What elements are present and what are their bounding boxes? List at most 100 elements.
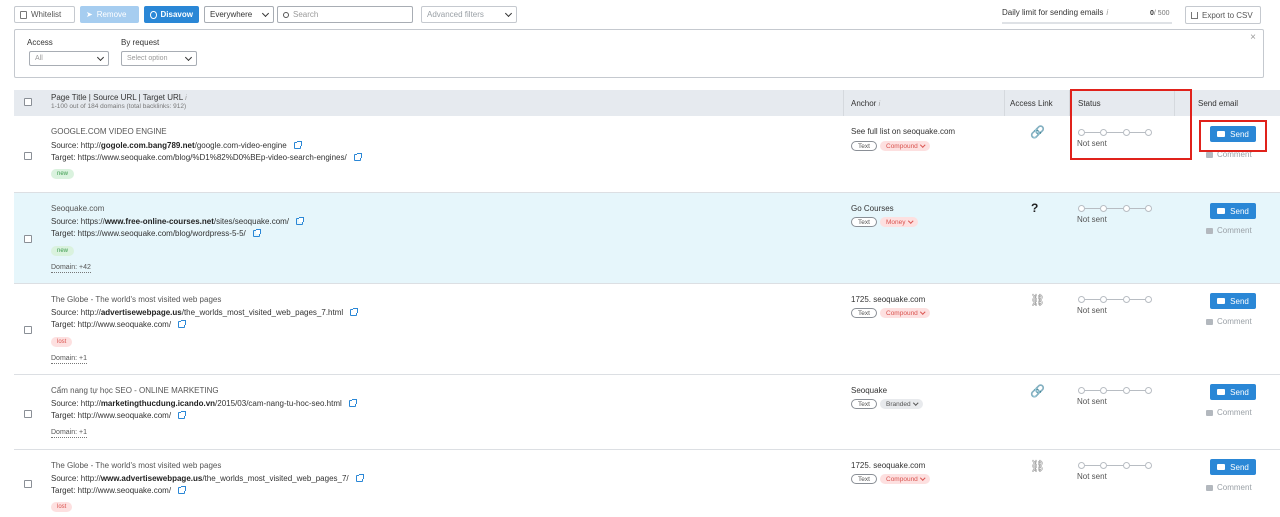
comment-icon — [1206, 484, 1213, 491]
send-button[interactable]: Send — [1210, 459, 1256, 475]
close-icon[interactable]: × — [1250, 32, 1256, 43]
row-checkbox[interactable] — [24, 235, 32, 243]
broken-link-icon[interactable]: ⛓ — [1030, 293, 1045, 307]
source-url[interactable]: Source: http://marketingthucdung.icando.… — [51, 399, 357, 408]
anchor-type-dropdown[interactable]: Compound — [880, 141, 931, 151]
external-link-icon[interactable] — [353, 153, 362, 161]
link-icon[interactable]: 🔗 — [1030, 384, 1045, 398]
anchor-type-dropdown[interactable]: Compound — [880, 474, 931, 484]
external-link-icon[interactable] — [252, 229, 261, 237]
external-link-icon[interactable] — [355, 474, 364, 482]
external-link-icon[interactable] — [178, 411, 187, 419]
whitelist-icon — [20, 10, 27, 19]
envelope-icon — [1217, 208, 1226, 214]
table-row: GOOGLE.COM VIDEO ENGINE Source: http://g… — [14, 116, 1280, 193]
status-text: Not sent — [1077, 215, 1107, 224]
remove-button[interactable]: ➤ Remove — [80, 6, 139, 23]
comment-button[interactable]: Comment — [1206, 408, 1252, 417]
target-url[interactable]: Target: https://www.seoquake.com/blog/wo… — [51, 229, 261, 238]
domain-count-link[interactable]: Domain: +1 — [51, 355, 87, 364]
status-text: Not sent — [1077, 139, 1107, 148]
send-button[interactable]: Send — [1210, 203, 1256, 219]
chevron-down-icon — [96, 53, 105, 61]
row-checkbox[interactable] — [24, 480, 32, 488]
access-filter-select[interactable]: All — [29, 51, 109, 66]
source-url[interactable]: Source: http://www.advertisewebpage.us/t… — [51, 474, 364, 483]
domain-count-link[interactable]: Domain: +42 — [51, 264, 91, 273]
comment-icon — [1206, 151, 1213, 158]
target-url[interactable]: Target: http://www.seoquake.com/ — [51, 486, 187, 495]
source-url[interactable]: Source: https://www.free-online-courses.… — [51, 217, 305, 226]
page-title: The Globe - The world's most visited web… — [51, 295, 222, 304]
row-checkbox[interactable] — [24, 152, 32, 160]
info-icon: i — [1106, 8, 1109, 17]
anchor-column-header[interactable]: Anchor i — [851, 99, 880, 108]
row-checkbox[interactable] — [24, 410, 32, 418]
whitelist-button[interactable]: Whitelist — [14, 6, 75, 23]
page-title: Cẩm nang tự học SEO - ONLINE MARKETING — [51, 386, 219, 395]
status-column-header[interactable]: Status — [1078, 99, 1101, 108]
anchor-text: Go Courses — [851, 204, 894, 213]
disavow-button[interactable]: Disavow — [144, 6, 199, 23]
toolbar: Whitelist ➤ Remove Disavow Everywhere Ad… — [0, 0, 1280, 30]
status-progress — [1078, 295, 1152, 303]
external-link-icon[interactable] — [296, 217, 305, 225]
external-link-icon[interactable] — [348, 399, 357, 407]
anchor-kind-pill: Text — [851, 308, 877, 318]
select-all-checkbox[interactable] — [24, 98, 32, 106]
target-url[interactable]: Target: http://www.seoquake.com/ — [51, 411, 187, 420]
table-row: The Globe - The world's most visited web… — [14, 284, 1280, 375]
status-progress — [1078, 386, 1152, 394]
status-text: Not sent — [1077, 472, 1107, 481]
search-field[interactable] — [277, 6, 413, 23]
advanced-filters-select[interactable]: Advanced filters — [421, 6, 517, 23]
anchor-type-dropdown[interactable]: Money — [880, 217, 919, 227]
page-title: The Globe - The world's most visited web… — [51, 461, 222, 470]
anchor-text: Seoquake — [851, 386, 888, 395]
by-request-filter-select[interactable]: Select option — [121, 51, 197, 66]
comment-button[interactable]: Comment — [1206, 226, 1252, 235]
status-text: Not sent — [1077, 306, 1107, 315]
daily-limit-label: Daily limit for sending emails i — [1002, 8, 1109, 17]
anchor-kind-pill: Text — [851, 141, 877, 151]
info-icon: i — [878, 101, 881, 108]
export-csv-button[interactable]: Export to CSV — [1185, 6, 1261, 24]
anchor-type-dropdown[interactable]: Branded — [880, 399, 924, 409]
unknown-access-icon[interactable]: ? — [1031, 201, 1038, 215]
source-url[interactable]: Source: http://gogole.com.bang789.net/go… — [51, 141, 302, 150]
send-button[interactable]: Send — [1210, 384, 1256, 400]
anchor-text: 1725. seoquake.com — [851, 461, 926, 470]
send-button[interactable]: Send — [1210, 293, 1256, 309]
filter-panel: Access All By request Select option × — [14, 29, 1264, 78]
link-icon[interactable]: 🔗 — [1030, 125, 1045, 139]
external-link-icon[interactable] — [178, 320, 187, 328]
new-badge: new — [51, 169, 75, 179]
external-link-icon[interactable] — [293, 141, 302, 149]
block-icon — [150, 10, 157, 19]
external-link-icon[interactable] — [350, 308, 359, 316]
broken-link-icon[interactable]: ⛓ — [1030, 459, 1045, 473]
lost-badge: lost — [51, 502, 73, 512]
send-button[interactable]: Send — [1210, 126, 1256, 142]
table-row: Seoquake.com Source: https://www.free-on… — [14, 193, 1280, 284]
external-link-icon[interactable] — [178, 486, 187, 494]
comment-button[interactable]: Comment — [1206, 317, 1252, 326]
row-checkbox[interactable] — [24, 326, 32, 334]
target-url[interactable]: Target: http://www.seoquake.com/ — [51, 320, 187, 329]
chevron-down-icon — [504, 9, 513, 17]
search-input[interactable] — [293, 10, 403, 19]
page-column-subtitle: 1-100 out of 184 domains (total backlink… — [51, 103, 187, 110]
scope-select[interactable]: Everywhere — [204, 6, 274, 23]
page-title: GOOGLE.COM VIDEO ENGINE — [51, 127, 167, 136]
target-url[interactable]: Target: https://www.seoquake.com/blog/%D… — [51, 153, 362, 162]
table-row: Cẩm nang tự học SEO - ONLINE MARKETING S… — [14, 375, 1280, 450]
comment-button[interactable]: Comment — [1206, 150, 1252, 159]
anchor-kind-pill: Text — [851, 399, 877, 409]
source-url[interactable]: Source: http://advertisewebpage.us/the_w… — [51, 308, 359, 317]
domain-count-link[interactable]: Domain: +1 — [51, 429, 87, 438]
send-email-column-header: Send email — [1198, 99, 1239, 108]
comment-button[interactable]: Comment — [1206, 483, 1252, 492]
access-link-column-header[interactable]: Access Link — [1010, 99, 1053, 108]
anchor-type-dropdown[interactable]: Compound — [880, 308, 931, 318]
page-column-header[interactable]: Page Title | Source URL | Target URL i — [51, 93, 187, 102]
